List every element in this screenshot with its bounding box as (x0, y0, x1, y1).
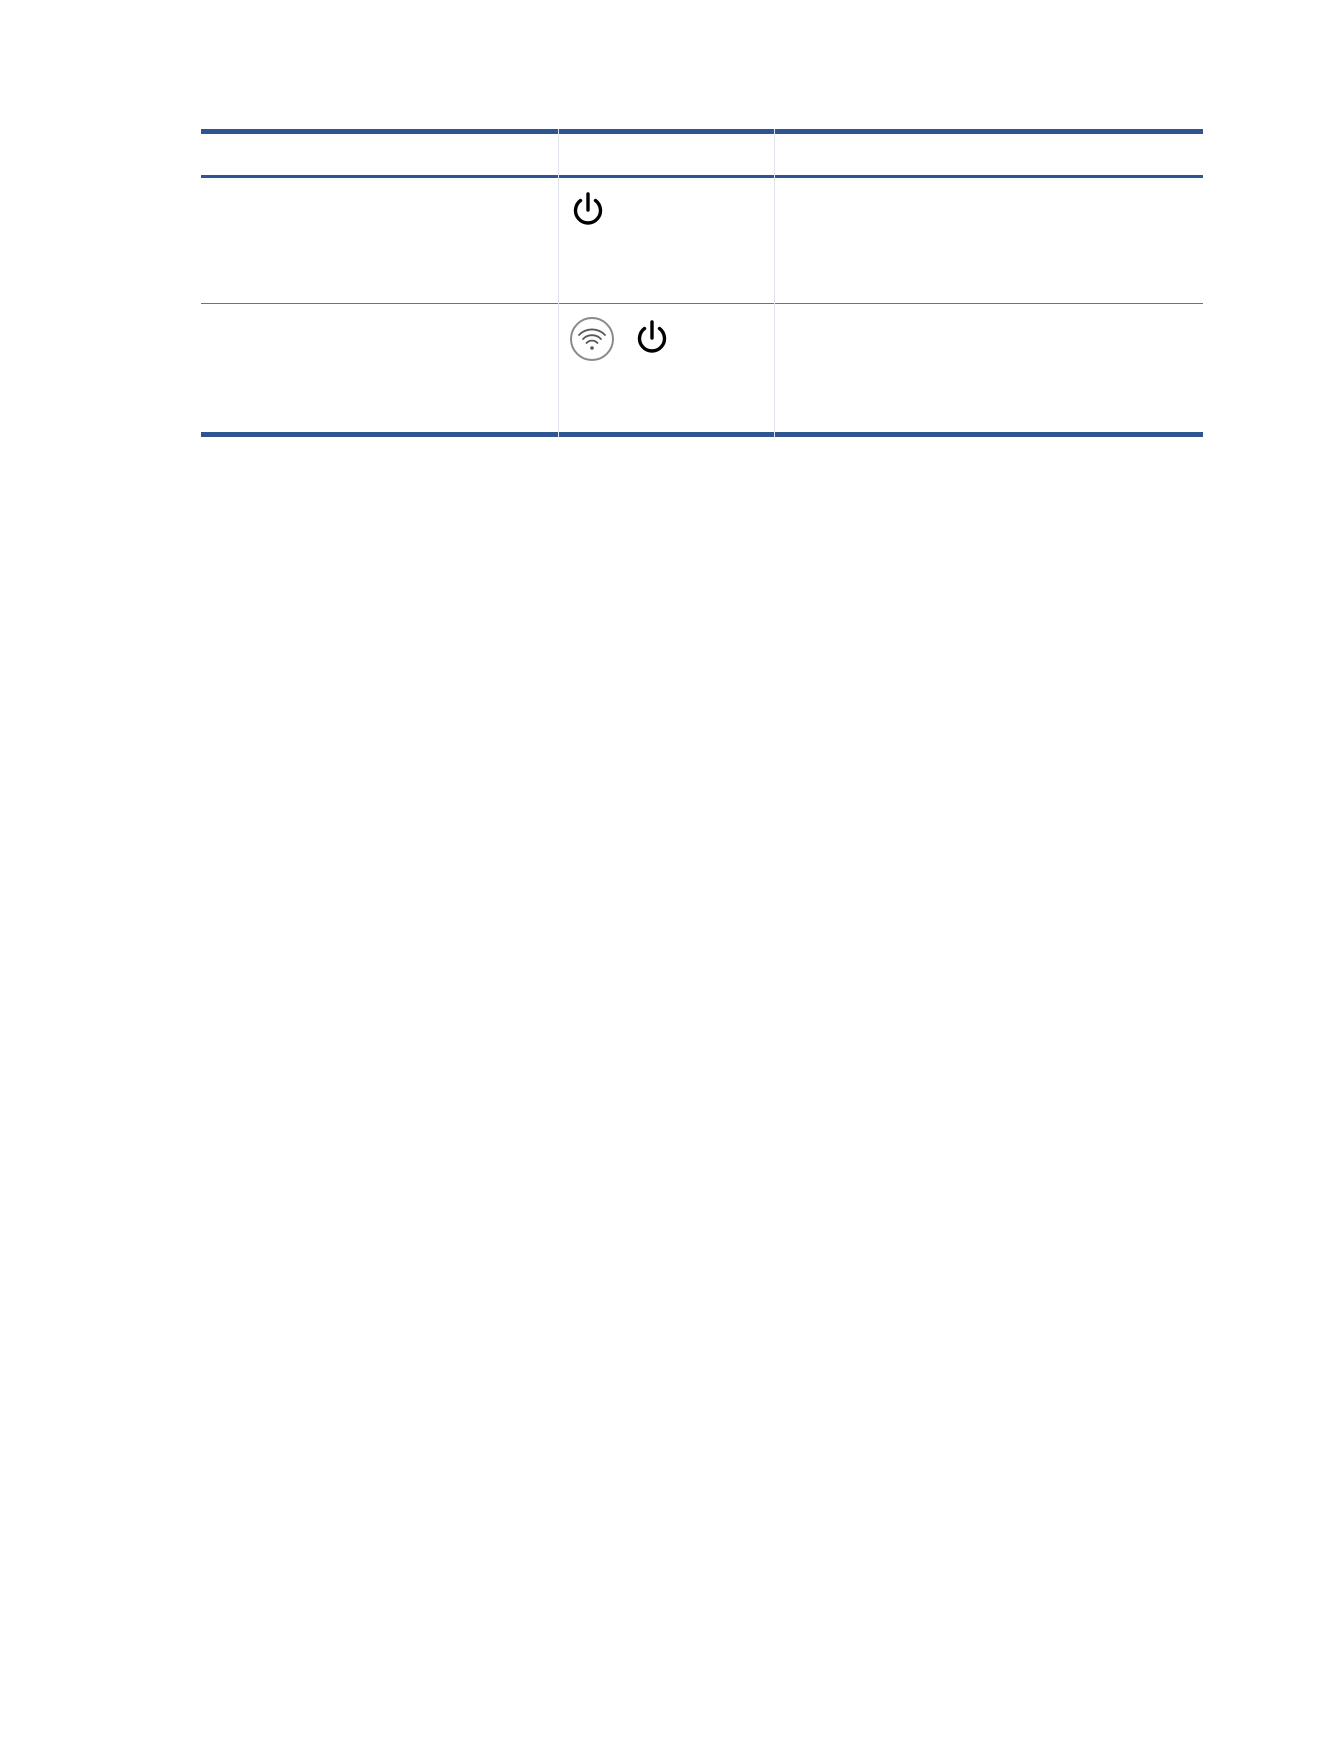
wireless-button-icon (570, 317, 614, 361)
table-top-rule (201, 129, 1203, 134)
table-header-rule (201, 175, 1203, 178)
table-row-divider (201, 303, 1203, 304)
column-divider (774, 129, 775, 437)
column-divider (558, 129, 559, 437)
table-bottom-rule (201, 432, 1203, 437)
power-icon (573, 192, 603, 225)
power-icon (637, 320, 667, 353)
